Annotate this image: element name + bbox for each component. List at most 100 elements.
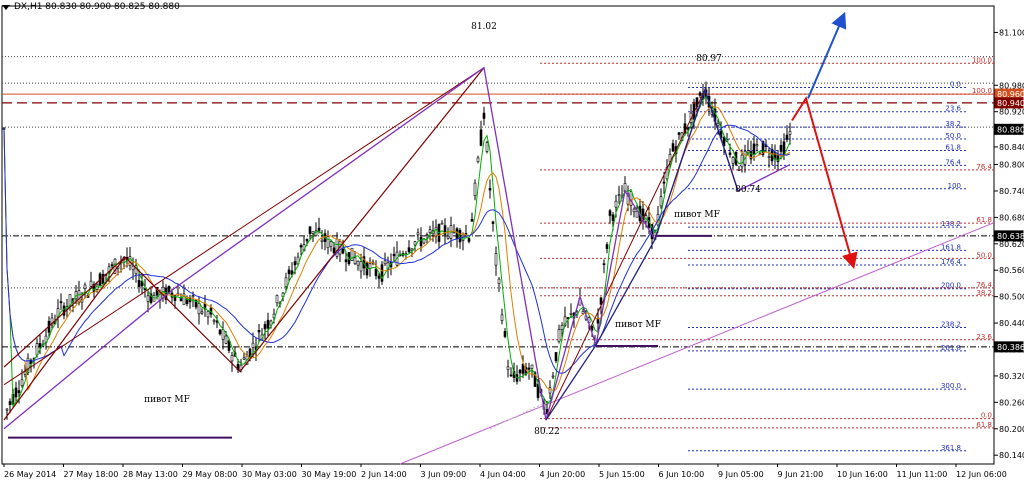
candle-body (8, 401, 12, 405)
candle-body (731, 157, 735, 164)
candle-body (500, 314, 504, 321)
candle-body (20, 379, 24, 386)
candle-body (299, 245, 303, 248)
candle-body (392, 254, 396, 257)
candle-body (491, 221, 495, 224)
chart-annotation: 80.22 (534, 427, 560, 437)
candle-body (728, 152, 732, 155)
price-label: 80.840 (999, 143, 1024, 152)
fib-red-label: 23.6 (976, 333, 992, 341)
fib-red-label: 61.8 (976, 421, 992, 429)
price-label: 80.680 (999, 213, 1024, 222)
candle-body (407, 247, 411, 253)
candle-body (311, 231, 315, 234)
price-tag-text: 80.940 (997, 99, 1024, 108)
fib-blue-label: 261.8 (941, 344, 961, 352)
time-label: 4 Jun 04:00 (480, 470, 526, 479)
fib-blue-label: 361.8 (941, 444, 961, 452)
time-label: 11 Jun 11:00 (897, 470, 948, 479)
time-label: 3 Jun 09:00 (421, 470, 467, 479)
candle-body (662, 181, 666, 184)
candle-body (686, 127, 690, 130)
candle-body (266, 319, 270, 329)
candle-body (383, 260, 387, 265)
candle-body (14, 387, 18, 398)
candle-body (320, 239, 324, 242)
candle-body (110, 264, 114, 267)
price-label: 81.100 (999, 28, 1024, 37)
fib-blue-label: 138.2 (941, 220, 961, 228)
fib-blue-label: 61.8 (945, 143, 961, 151)
candle-body (488, 188, 492, 191)
candle-body (137, 279, 141, 287)
chart-annotation: 80.97 (696, 54, 722, 64)
candle-body (614, 200, 618, 208)
candle-body (779, 144, 783, 152)
candle-body (560, 324, 564, 330)
candle-body (440, 222, 444, 225)
price-label: 80.140 (999, 451, 1024, 460)
candle-body (344, 259, 348, 263)
candle-body (212, 319, 216, 322)
time-label: 29 May 08:00 (183, 470, 238, 479)
symbol-ohlc-label: DX,H1 80.830 80.900 80.825 80.880 (14, 2, 180, 12)
fib-red-label: 61.8 (976, 216, 992, 224)
candle-body (467, 238, 471, 242)
candle-body (557, 329, 561, 342)
fib-red-label: 100.0 (972, 87, 992, 95)
candle-body (425, 234, 429, 236)
fib-blue-label: 76.4 (945, 158, 961, 166)
candle-body (611, 214, 615, 221)
candle-body (317, 227, 321, 232)
time-label: 9 Jun 21:00 (778, 470, 824, 479)
candle-body (242, 357, 246, 360)
time-label: 27 May 18:00 (64, 470, 119, 479)
candle-body (497, 278, 501, 284)
candle-body (329, 241, 333, 247)
candle-body (227, 340, 231, 351)
candle-body (698, 92, 702, 96)
candle-body (293, 261, 297, 266)
candle-body (518, 369, 522, 374)
candle-body (596, 318, 600, 324)
time-label: 12 Jun 06:00 (956, 470, 1007, 479)
price-tag-text: 80.880 (997, 125, 1024, 134)
fib-blue-label: 238.2 (941, 320, 961, 328)
price-label: 80.920 (999, 108, 1024, 117)
candle-body (494, 253, 498, 266)
candle-body (617, 194, 621, 196)
chart-annotation: 80.74 (735, 185, 761, 195)
price-label: 80.320 (999, 372, 1024, 381)
chart-window[interactable]: 81.10080.98080.92080.84080.80080.74080.6… (0, 0, 1024, 482)
price-label: 80.560 (999, 266, 1024, 275)
fib-red-label: 76.4 (976, 281, 992, 289)
chart-annotation: 81.02 (471, 22, 497, 32)
candle-body (659, 196, 663, 207)
candle-body (527, 367, 531, 370)
candle-body (788, 130, 792, 135)
candle-body (503, 331, 507, 337)
price-label: 80.440 (999, 319, 1024, 328)
time-label: 26 May 2014 (4, 470, 56, 479)
fib-red-label: 50.0 (976, 251, 992, 259)
price-label: 80.260 (999, 398, 1024, 407)
time-label: 10 Jun 16:00 (837, 470, 888, 479)
fib-blue-label: 0.0 (950, 80, 961, 88)
candle-body (353, 257, 357, 265)
candle-body (200, 311, 204, 314)
candle-body (146, 295, 150, 302)
price-chart[interactable]: 81.10080.98080.92080.84080.80080.74080.6… (0, 0, 1024, 482)
candle-body (485, 142, 489, 152)
price-label: 80.740 (999, 187, 1024, 196)
fib-red-label: 0.0 (981, 412, 992, 420)
candle-body (308, 226, 312, 235)
time-label: 2 Jun 14:00 (361, 470, 407, 479)
time-label: 30 May 03:00 (242, 470, 297, 479)
candle-body (605, 244, 609, 249)
price-tag-text: 80.638 (997, 232, 1024, 241)
candle-body (752, 143, 756, 156)
price-tag: 80.940 (994, 97, 1024, 109)
candle-body (785, 134, 789, 140)
fib-blue-label: 300.0 (941, 382, 961, 390)
chart-menu-icon[interactable] (2, 4, 10, 10)
